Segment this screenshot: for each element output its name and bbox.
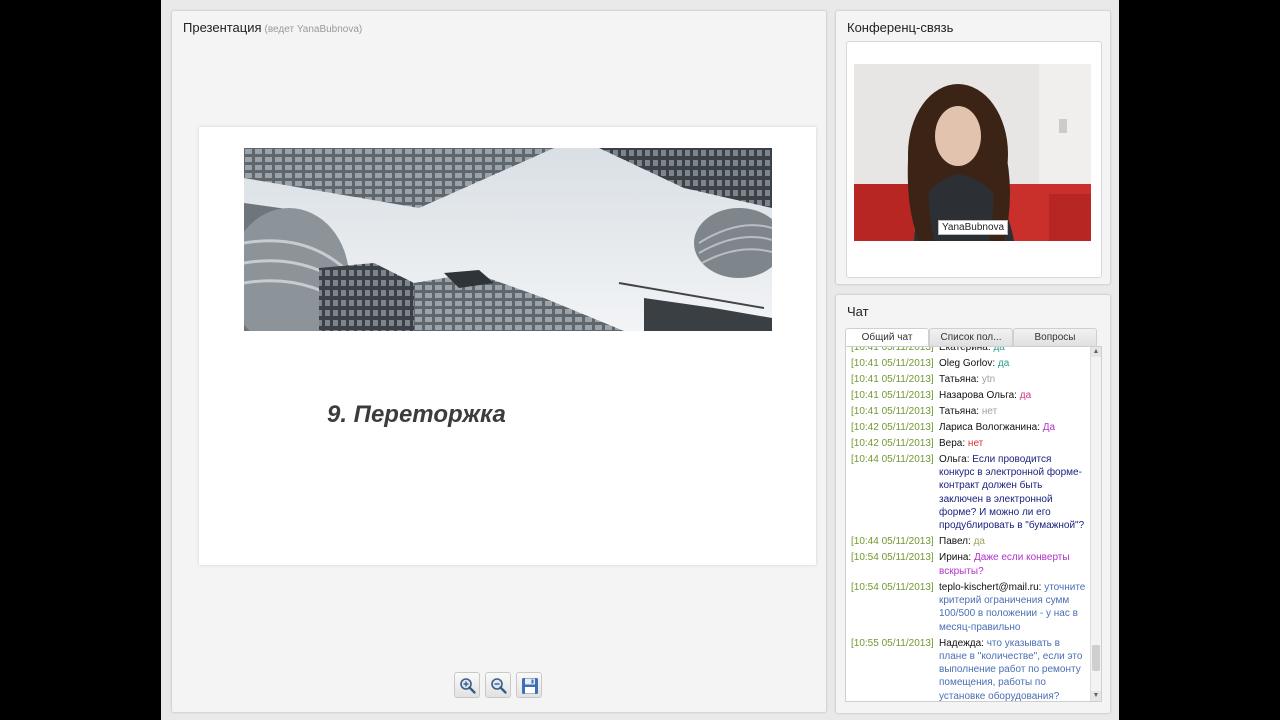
chat-message: [10:41 05/11/2013] Oleg Gorlov: да <box>851 357 1087 370</box>
message-body: Вера: нет <box>939 437 1087 450</box>
message-timestamp: [10:41 05/11/2013] <box>851 405 934 417</box>
message-text: ytn <box>981 373 996 385</box>
message-author: Ирина: <box>939 552 974 564</box>
chat-message-list: [10:41 05/11/2013] Екатерина: да [10:41 05… <box>851 346 1087 702</box>
chat-scrollbar[interactable]: ▲ ▼ <box>1090 347 1101 701</box>
webcam-video[interactable]: YanaBubnova <box>854 64 1091 241</box>
chat-message: [10:44 05/11/2013] Павел: да <box>851 535 1087 548</box>
message-body: Назарова Ольга: да <box>939 389 1087 402</box>
message-body: Татьяна: ytn <box>939 373 1087 386</box>
message-body: Татьяна: нет <box>939 405 1087 418</box>
message-author: Назарова Ольга: <box>939 389 1020 401</box>
message-timestamp: [10:41 05/11/2013] <box>851 357 934 369</box>
message-body: Павел: да <box>939 535 1087 548</box>
message-author: Надежда: <box>939 637 987 649</box>
scroll-thumb[interactable] <box>1092 645 1100 671</box>
message-timestamp: [10:44 05/11/2013] <box>851 536 934 548</box>
message-body: Екатерина: да <box>939 346 1087 354</box>
chat-message: [10:41 05/11/2013] Екатерина: да <box>851 346 1087 354</box>
presenter-note: (ведет YanaBubnova) <box>264 24 363 35</box>
message-text: да <box>1019 389 1032 401</box>
zoom-in-button[interactable] <box>454 672 480 698</box>
tab-user-list[interactable]: Список пол... <box>929 328 1013 346</box>
message-text: нет <box>967 437 984 449</box>
slide-skyscrapers-image <box>244 148 772 331</box>
webinar-app: Презентация (ведет YanaBubnova) 9. Перет… <box>161 0 1119 720</box>
presentation-title-text: Презентация <box>183 20 262 35</box>
message-timestamp: [10:44 05/11/2013] <box>851 453 934 465</box>
presentation-slide: 9. Переторжка <box>199 127 816 565</box>
message-body: Лариса Вологжанина: Да <box>939 421 1087 434</box>
message-timestamp: [10:55 05/11/2013] <box>851 637 934 649</box>
chat-message: [10:54 05/11/2013] Ирина: Даже если конве… <box>851 551 1087 578</box>
save-icon <box>522 678 538 694</box>
chat-message: [10:42 05/11/2013] Лариса Вологжанина: Да <box>851 421 1087 434</box>
tab-general-chat[interactable]: Общий чат <box>845 328 929 347</box>
save-button[interactable] <box>516 672 542 698</box>
presentation-panel: Презентация (ведет YanaBubnova) 9. Перет… <box>171 10 827 713</box>
chat-title: Чат <box>847 304 869 319</box>
message-text: Да <box>1042 421 1056 433</box>
message-body: Oleg Gorlov: да <box>939 357 1087 370</box>
video-container: YanaBubnova <box>846 41 1102 278</box>
conference-title: Конференц-связь <box>847 20 954 35</box>
message-text: да <box>997 357 1010 369</box>
presentation-title: Презентация (ведет YanaBubnova) <box>183 20 362 35</box>
chat-message: [10:42 05/11/2013] Вера: нет <box>851 437 1087 450</box>
message-timestamp: [10:41 05/11/2013] <box>851 373 934 385</box>
tab-questions[interactable]: Вопросы <box>1013 328 1097 346</box>
zoom-in-icon <box>460 678 476 694</box>
message-timestamp: [10:42 05/11/2013] <box>851 421 934 433</box>
chat-panel: Чат Общий чат Список пол... Вопросы [10:… <box>835 294 1111 714</box>
message-author: Ольга: <box>939 453 973 465</box>
chat-message: [10:41 05/11/2013] Татьяна: нет <box>851 405 1087 418</box>
message-author: teplo-kischert@mail.ru: <box>939 581 1045 593</box>
chat-message: [10:54 05/11/2013] teplo-kischert@mail.ru… <box>851 581 1087 634</box>
message-author: Татьяна: <box>939 405 982 417</box>
participant-name-tag: YanaBubnova <box>938 220 1009 235</box>
message-author: Вера: <box>939 437 968 449</box>
message-timestamp: [10:41 05/11/2013] <box>851 346 934 353</box>
scroll-down-icon[interactable]: ▼ <box>1091 691 1101 701</box>
message-body: Ольга: Если проводится конкурс в электро… <box>939 453 1087 533</box>
message-text: Если проводится конкурс в электронной фо… <box>939 453 1085 532</box>
message-author: Татьяна: <box>939 373 982 385</box>
chat-message: [10:41 05/11/2013] Татьяна: ytn <box>851 373 1087 386</box>
chat-message: [10:55 05/11/2013] Надежда: что указывать… <box>851 637 1087 702</box>
message-author: Oleg Gorlov: <box>939 357 998 369</box>
chat-messages-box[interactable]: [10:41 05/11/2013] Екатерина: да [10:41 05… <box>845 346 1102 702</box>
message-text: да <box>993 346 1005 353</box>
message-author: Екатерина: <box>939 346 994 353</box>
message-timestamp: [10:42 05/11/2013] <box>851 437 934 449</box>
zoom-out-button[interactable] <box>485 672 511 698</box>
message-text: да <box>973 536 985 548</box>
message-timestamp: [10:54 05/11/2013] <box>851 581 934 593</box>
message-author: Лариса Вологжанина: <box>939 421 1043 433</box>
message-timestamp: [10:54 05/11/2013] <box>851 552 934 564</box>
message-timestamp: [10:41 05/11/2013] <box>851 389 934 401</box>
zoom-out-icon <box>491 678 507 694</box>
slide-heading: 9. Переторжка <box>327 401 506 428</box>
chat-message: [10:41 05/11/2013] Назарова Ольга: да <box>851 389 1087 402</box>
message-author: Павел: <box>939 536 974 548</box>
message-body: Ирина: Даже если конверты вскрыты? <box>939 551 1087 578</box>
message-body: teplo-kischert@mail.ru: уточните критери… <box>939 581 1087 634</box>
scroll-up-icon[interactable]: ▲ <box>1091 347 1101 357</box>
conference-panel: Конференц-связь YanaBubnova <box>835 10 1111 285</box>
chat-message: [10:44 05/11/2013] Ольга: Если проводится… <box>851 453 1087 533</box>
message-text: нет <box>981 405 998 417</box>
message-body: Надежда: что указывать в плане в "количе… <box>939 637 1087 702</box>
